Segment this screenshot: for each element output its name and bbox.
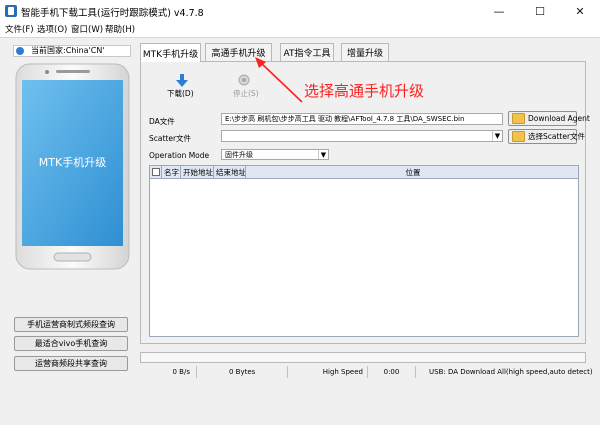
annotation-arrow-icon bbox=[255, 57, 303, 103]
window-title: 智能手机下载工具(运行时跟踪模式) v4.7.8 bbox=[21, 8, 204, 19]
band-sharing-query-button[interactable]: 运营商频段共享查询 bbox=[14, 356, 128, 371]
folder-icon bbox=[512, 113, 525, 124]
select-scatter-button[interactable]: 选择Scatter文件 bbox=[508, 129, 585, 144]
status-speed: 0 B/s bbox=[140, 366, 197, 378]
stop-icon bbox=[238, 74, 250, 86]
operation-mode-value: 固件升级 bbox=[225, 150, 253, 159]
da-file-label: DA文件 bbox=[149, 117, 175, 126]
select-scatter-label: 选择Scatter文件 bbox=[528, 132, 586, 141]
chevron-down-icon[interactable]: ▼ bbox=[318, 150, 328, 159]
column-start-address[interactable]: 开始地址 bbox=[181, 166, 214, 179]
scatter-file-label: Scatter文件 bbox=[149, 134, 192, 143]
minimize-button[interactable]: — bbox=[479, 0, 519, 22]
operation-mode-label: Operation Mode bbox=[149, 151, 210, 160]
menu-window[interactable]: 窗口(W) bbox=[71, 23, 103, 35]
partition-table[interactable] bbox=[149, 165, 579, 337]
chevron-down-icon[interactable]: ▼ bbox=[492, 131, 502, 141]
status-time: 0:00 bbox=[368, 366, 416, 378]
menu-help[interactable]: 帮助(H) bbox=[105, 23, 135, 35]
download-button[interactable]: 下载(D) bbox=[167, 88, 194, 99]
carrier-band-query-button[interactable]: 手机运营商制式频段查询 bbox=[14, 317, 128, 332]
scatter-file-combo[interactable]: ▼ bbox=[221, 130, 503, 142]
download-agent-button[interactable]: Download Agent bbox=[508, 111, 590, 126]
close-button[interactable]: ✕ bbox=[560, 0, 600, 22]
tab-mtk-upgrade[interactable]: MTK手机升级 bbox=[140, 43, 201, 62]
status-bytes: 0 Bytes bbox=[197, 366, 288, 378]
vivo-phone-query-button[interactable]: 最适合vivo手机查询 bbox=[14, 336, 128, 351]
operation-mode-select[interactable]: 固件升级 ▼ bbox=[221, 149, 329, 160]
column-name[interactable]: 名字 bbox=[162, 166, 181, 179]
maximize-button[interactable]: ☐ bbox=[520, 0, 560, 22]
menu-options[interactable]: 选项(O) bbox=[37, 23, 67, 35]
da-file-field[interactable]: E:\步步高 刷机包\步步高工具 驱动 教程\AFTool_4.7.8 工具\D… bbox=[221, 113, 503, 125]
folder-icon bbox=[512, 131, 525, 142]
column-end-address[interactable]: 结束地址 bbox=[214, 166, 246, 179]
status-link-speed: High Speed bbox=[288, 366, 368, 378]
download-arrow-icon[interactable] bbox=[176, 74, 188, 88]
current-country: 当前国家:China'CN' bbox=[13, 45, 131, 57]
phone-screen-text: MTK手机升级 bbox=[38, 156, 107, 169]
progress-bar bbox=[140, 352, 586, 363]
download-agent-label: Download Agent bbox=[528, 114, 590, 123]
column-location[interactable]: 位置 bbox=[246, 166, 578, 179]
menu-file[interactable]: 文件(F) bbox=[5, 23, 34, 35]
select-all-checkbox[interactable] bbox=[152, 168, 160, 176]
tab-incremental-upgrade[interactable]: 增量升级 bbox=[341, 43, 389, 61]
globe-icon bbox=[16, 47, 24, 55]
annotation-text: 选择高通手机升级 bbox=[304, 82, 425, 100]
app-icon bbox=[5, 5, 17, 17]
status-message: USB: DA Download All(high speed,auto det… bbox=[429, 368, 593, 376]
